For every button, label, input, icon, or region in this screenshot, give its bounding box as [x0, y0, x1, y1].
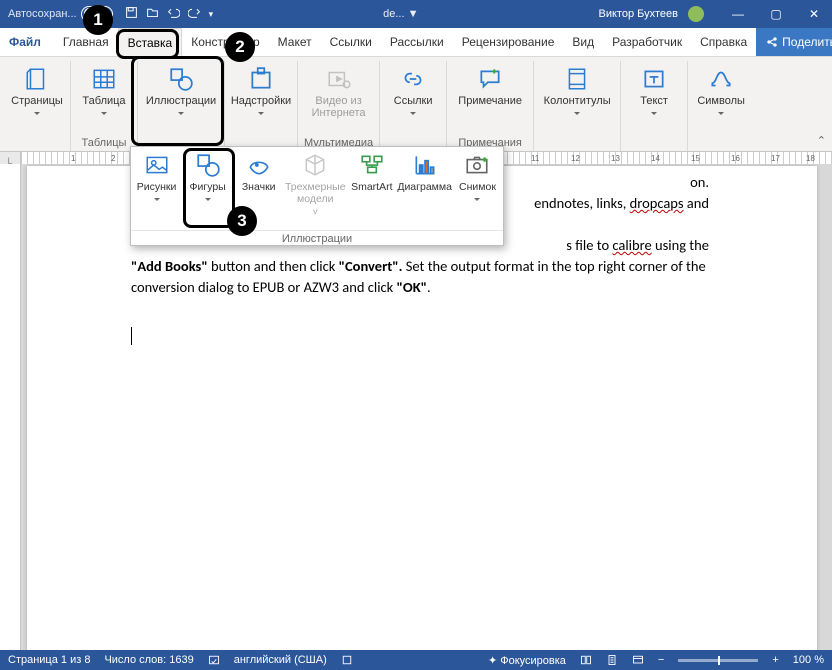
zoom-in[interactable]: + [772, 654, 778, 666]
ribbon-tabs: Файл Главная Вставка Конструктор Макет С… [0, 28, 832, 57]
online-video-button: Видео из Интернета [309, 61, 369, 137]
page-icon [24, 65, 50, 93]
tab-references[interactable]: Ссылки [321, 28, 381, 56]
addins-button[interactable]: Надстройки [231, 61, 291, 149]
text-cursor [131, 327, 132, 345]
video-icon [326, 65, 352, 93]
shapes-icon [195, 151, 221, 179]
links-button[interactable]: Ссылки [386, 61, 440, 149]
zoom-out[interactable]: − [658, 654, 664, 666]
autosave-label: Автосохран... [8, 8, 77, 20]
popup-group-label: Иллюстрации [131, 230, 503, 245]
group-label-tables: Таблицы [82, 137, 127, 149]
tab-mailings[interactable]: Рассылки [381, 28, 453, 56]
tab-view[interactable]: Вид [563, 28, 603, 56]
share-button[interactable]: Поделиться [756, 28, 832, 56]
illustrations-popup: Рисунки Фигуры Значки Трехмерные модели˅… [130, 146, 504, 246]
maximize-button[interactable]: ▢ [762, 7, 790, 21]
link-icon [400, 65, 426, 93]
cube-icon [302, 151, 328, 179]
qat-dropdown-icon[interactable]: ▾ [209, 9, 214, 20]
text-button[interactable]: Текст [627, 61, 681, 149]
view-read-icon[interactable] [580, 654, 592, 667]
icons-icon [246, 151, 272, 179]
picture-icon [144, 151, 170, 179]
status-page[interactable]: Страница 1 из 8 [8, 654, 90, 666]
status-focus[interactable]: ✦ Фокусировка [488, 654, 566, 667]
ruler-vertical[interactable] [0, 164, 21, 650]
undo-icon[interactable] [167, 6, 180, 22]
smartart-icon [359, 151, 385, 179]
user-avatar-icon[interactable] [688, 6, 704, 22]
tab-layout[interactable]: Макет [269, 28, 321, 56]
save-icon[interactable] [125, 6, 138, 22]
tab-file[interactable]: Файл [0, 28, 50, 56]
illustrations-button[interactable]: Иллюстрации [144, 61, 218, 149]
callout-3: 3 [227, 206, 257, 236]
pages-button[interactable]: Страницы [10, 61, 64, 149]
tab-review[interactable]: Рецензирование [453, 28, 564, 56]
addins-icon [248, 65, 274, 93]
close-button[interactable]: ✕ [800, 7, 828, 21]
doc-title-drop[interactable]: ▼ [408, 8, 419, 20]
redo-icon[interactable] [188, 6, 201, 22]
zoom-slider[interactable] [678, 659, 758, 662]
status-spellcheck-icon[interactable] [208, 654, 220, 667]
3d-models-button: Трехмерные модели˅ [284, 147, 346, 230]
omega-icon [708, 65, 734, 93]
chart-icon [412, 151, 438, 179]
text-icon [641, 65, 667, 93]
headerfooter-button[interactable]: Колонтитулы [540, 61, 614, 149]
camera-icon [464, 151, 490, 179]
pictures-button[interactable]: Рисунки [131, 147, 182, 230]
tab-home[interactable]: Главная [54, 28, 118, 56]
doc-title: de... [383, 8, 404, 20]
zoom-level[interactable]: 100 % [793, 654, 824, 666]
comment-icon [477, 65, 503, 93]
table-icon [91, 65, 117, 93]
headerfooter-icon [564, 65, 590, 93]
callout-2: 2 [225, 32, 255, 62]
illustrations-icon [168, 65, 194, 93]
comment-button[interactable]: Примечание [453, 61, 527, 137]
callout-1: 1 [83, 5, 113, 35]
smartart-button[interactable]: SmartArt [346, 147, 397, 230]
chart-button[interactable]: Диаграмма [397, 147, 452, 230]
ribbon: Страницы Таблица Таблицы Иллюстрации Над… [0, 57, 832, 152]
status-language[interactable]: английский (США) [234, 654, 327, 666]
tab-insert[interactable]: Вставка [118, 28, 183, 57]
view-web-icon[interactable] [632, 654, 644, 667]
collapse-ribbon-icon[interactable]: ⌃ [817, 134, 826, 147]
folder-icon[interactable] [146, 6, 159, 22]
title-bar: Автосохран... ▾ de... ▼ Виктор Бухтеев —… [0, 0, 832, 28]
screenshot-button[interactable]: Снимок [452, 147, 503, 230]
shapes-button[interactable]: Фигуры [182, 147, 233, 230]
view-print-icon[interactable] [606, 654, 618, 667]
tab-developer[interactable]: Разработчик [603, 28, 691, 56]
status-macro-icon[interactable] [341, 654, 353, 667]
tab-help[interactable]: Справка [691, 28, 756, 56]
user-name[interactable]: Виктор Бухтеев [599, 8, 678, 20]
table-button[interactable]: Таблица [77, 61, 131, 137]
status-words[interactable]: Число слов: 1639 [104, 654, 193, 666]
minimize-button[interactable]: — [724, 7, 752, 21]
status-bar: Страница 1 из 8 Число слов: 1639 английс… [0, 650, 832, 670]
symbols-button[interactable]: Символы [694, 61, 748, 149]
